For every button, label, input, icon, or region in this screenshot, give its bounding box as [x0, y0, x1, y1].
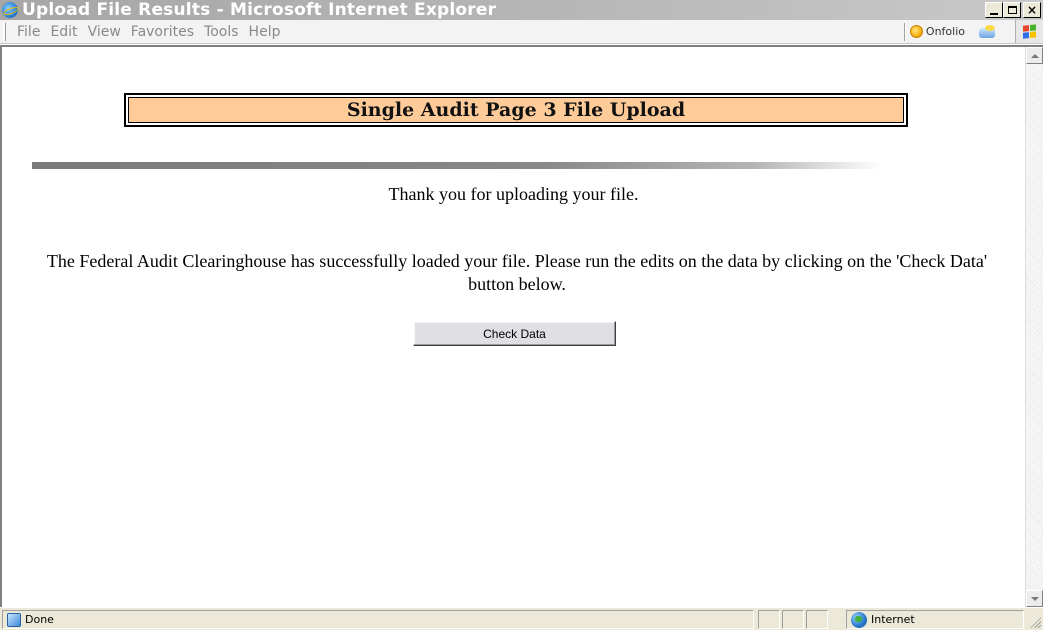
arrow-down-icon [1030, 596, 1039, 601]
menu-favorites[interactable]: Favorites [126, 24, 199, 40]
window-controls: × [985, 2, 1041, 18]
menu-view[interactable]: View [83, 24, 126, 40]
minimize-icon [990, 13, 998, 15]
horizontal-divider [32, 162, 882, 169]
close-button[interactable]: × [1023, 2, 1041, 18]
menu-right-area: Onfolio [903, 20, 1043, 43]
maximize-button[interactable] [1003, 2, 1021, 18]
page-title: Single Audit Page 3 File Upload [128, 97, 904, 123]
close-icon: × [1026, 3, 1038, 17]
thank-you-text: Thank you for uploading your file. [388, 184, 639, 204]
status-bar: Done Internet [0, 607, 1043, 630]
status-cell-privacy [806, 610, 828, 629]
resize-grip[interactable] [1029, 616, 1041, 628]
scroll-up-button[interactable] [1026, 47, 1043, 64]
menu-bar: File Edit View Favorites Tools Help Onfo… [0, 20, 1043, 44]
arrow-up-icon [1030, 53, 1039, 58]
menu-edit[interactable]: Edit [45, 24, 82, 40]
window-title-bar[interactable]: Upload File Results - Microsoft Internet… [0, 0, 1043, 20]
toolbar-extension-icon[interactable] [977, 24, 999, 40]
ie-icon[interactable] [2, 2, 18, 18]
menu-file[interactable]: File [12, 24, 45, 40]
status-cell-progress [758, 610, 780, 629]
page-done-icon [7, 612, 21, 627]
minimize-button[interactable] [985, 2, 1003, 18]
onfolio-button[interactable]: Onfolio [909, 25, 965, 38]
browser-viewport: Single Audit Page 3 File Upload Thank yo… [0, 45, 1043, 607]
page-header-box: Single Audit Page 3 File Upload [124, 93, 908, 127]
status-cell-security [782, 610, 804, 629]
security-zone[interactable]: Internet [846, 610, 1024, 629]
toolbar-grip[interactable] [3, 22, 6, 41]
windows-flag-icon [1022, 24, 1037, 39]
vertical-scrollbar[interactable] [1025, 47, 1043, 607]
status-text: Done [25, 613, 54, 626]
window-title: Upload File Results - Microsoft Internet… [22, 0, 497, 20]
status-message-pane: Done [2, 610, 754, 629]
menu-separator [903, 22, 906, 41]
zone-label: Internet [871, 613, 915, 626]
windows-logo [1015, 20, 1043, 43]
scroll-down-button[interactable] [1026, 590, 1043, 607]
onfolio-label: Onfolio [925, 25, 965, 38]
menu-help[interactable]: Help [244, 24, 286, 40]
page-content: Single Audit Page 3 File Upload Thank yo… [2, 47, 1025, 607]
maximize-icon [1007, 6, 1017, 14]
success-message: The Federal Audit Clearinghouse has succ… [46, 251, 988, 294]
menu-tools[interactable]: Tools [199, 24, 244, 40]
internet-globe-icon [851, 611, 867, 628]
onfolio-icon [909, 25, 923, 38]
check-data-button[interactable]: Check Data [413, 321, 616, 346]
